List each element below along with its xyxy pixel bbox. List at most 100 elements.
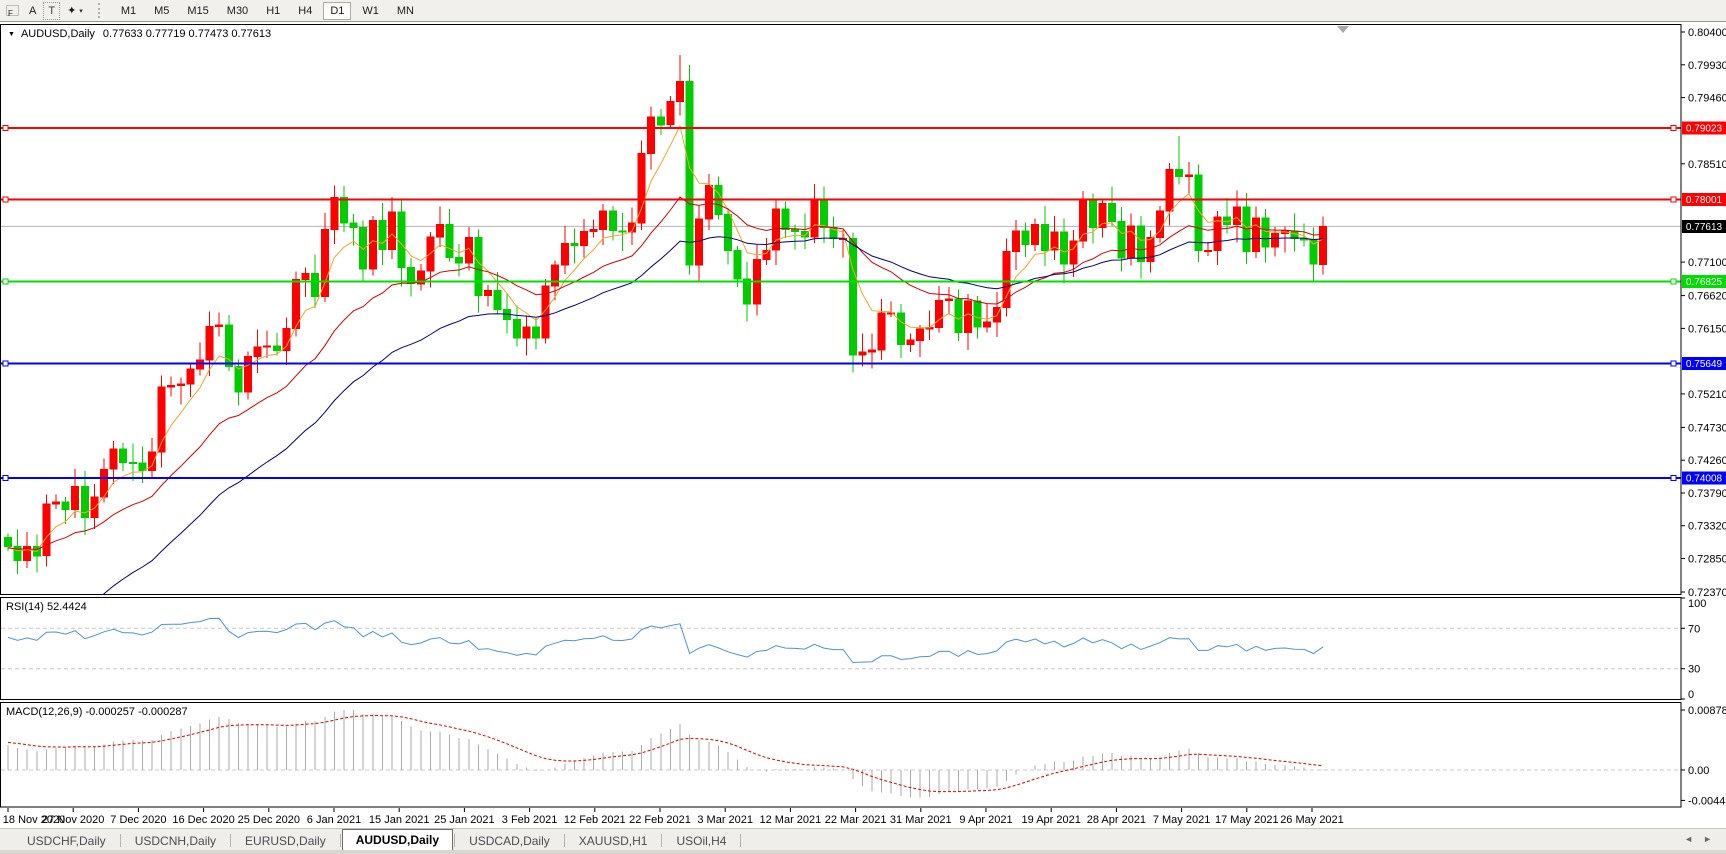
text-label-tool-button[interactable]: T xyxy=(43,2,60,20)
chart-title: ▼ AUDUSD,Daily 0.77633 0.77719 0.77473 0… xyxy=(8,28,271,40)
chart-canvas[interactable]: 0.790230.780010.776130.768250.756490.740… xyxy=(0,22,1726,828)
chart-tab-USDCAD-Daily[interactable]: USDCAD,Daily xyxy=(456,831,563,850)
candle-body xyxy=(523,327,530,338)
chart-tab-USDCNH-Daily[interactable]: USDCNH,Daily xyxy=(122,831,229,850)
timeframe-button-H1[interactable]: H1 xyxy=(259,2,287,20)
tab-scroll-left-icon[interactable]: ◄ xyxy=(1684,834,1693,844)
chart-tab-USOil-H4[interactable]: USOil,H4 xyxy=(663,831,739,850)
candle-body xyxy=(686,82,693,265)
tab-scroll-arrows: ◄ ► xyxy=(1684,834,1712,844)
timeframe-button-M5[interactable]: M5 xyxy=(147,2,176,20)
candle-body xyxy=(945,299,952,300)
candle-body xyxy=(187,369,194,384)
date-label: 7 Dec 2020 xyxy=(110,814,166,826)
candle-body xyxy=(849,238,856,355)
timeframe-button-H4[interactable]: H4 xyxy=(291,2,319,20)
candle-body xyxy=(1272,234,1279,247)
candle-body xyxy=(168,386,175,387)
chart-shift-marker-icon[interactable] xyxy=(1337,26,1349,33)
timeframe-bar: M1M5M15 M30H1H4D1W1MN xyxy=(112,2,423,20)
level-anchor[interactable] xyxy=(1671,475,1676,480)
timeframe-button-D1[interactable]: D1 xyxy=(323,2,351,20)
candle-body xyxy=(581,232,588,246)
date-label: 25 Jan 2021 xyxy=(434,814,495,826)
candle-body xyxy=(984,322,991,327)
level-anchor[interactable] xyxy=(3,279,8,284)
level-anchor[interactable] xyxy=(1671,126,1676,131)
price-badge-text: 0.79023 xyxy=(1686,124,1723,135)
candle-body xyxy=(638,153,645,223)
candle-body xyxy=(1253,218,1260,252)
toolbar-separator xyxy=(98,3,102,18)
level-anchor[interactable] xyxy=(1671,279,1676,284)
date-label: 3 Feb 2021 xyxy=(502,814,558,826)
candle-body xyxy=(331,197,338,229)
timeframe-button-W1[interactable]: W1 xyxy=(355,2,386,20)
candle-body xyxy=(974,301,981,327)
grid-f-icon[interactable]: F xyxy=(3,2,23,20)
candle-body xyxy=(600,211,607,229)
candle-body xyxy=(1089,200,1096,227)
candle-body xyxy=(446,225,453,258)
level-anchor[interactable] xyxy=(3,361,8,366)
price-tick-label: 0.76620 xyxy=(1688,291,1726,303)
candle-body xyxy=(897,313,904,344)
level-anchor[interactable] xyxy=(3,126,8,131)
chart-tab-USDCHF-Daily[interactable]: USDCHF,Daily xyxy=(14,831,119,850)
date-label: 3 Mar 2021 xyxy=(697,814,753,826)
mt4-window: F A T ✦ ▾ M1M5M15M30H1H4D1W1MN 0.790230.… xyxy=(0,0,1726,854)
rsi-axis-label: 100 xyxy=(1688,598,1706,610)
price-tick-label: 0.79460 xyxy=(1688,93,1726,105)
price-tick-label: 0.79930 xyxy=(1688,60,1726,72)
object-tools-button[interactable]: ✦ ▾ xyxy=(62,2,88,20)
tab-scroll-right-icon[interactable]: ► xyxy=(1703,834,1712,844)
svg-text:F: F xyxy=(8,9,13,18)
status-strip xyxy=(0,850,1726,854)
level-anchor[interactable] xyxy=(3,197,8,202)
chart-tab-AUDUSD-Daily[interactable]: AUDUSD,Daily xyxy=(342,829,453,851)
candle-body xyxy=(120,449,127,462)
main-panel-border xyxy=(1,25,1682,595)
candle-body xyxy=(1061,232,1068,264)
date-label: 7 May 2021 xyxy=(1153,814,1210,826)
tab-divider xyxy=(230,834,231,847)
candle-body xyxy=(494,291,501,310)
candle-body xyxy=(705,185,712,219)
candle-body xyxy=(792,229,799,231)
candle-body xyxy=(869,350,876,352)
date-label: 15 Jan 2021 xyxy=(369,814,430,826)
candle-body xyxy=(561,243,568,265)
level-anchor[interactable] xyxy=(1671,197,1676,202)
level-anchor[interactable] xyxy=(3,475,8,480)
candle-body xyxy=(965,301,972,332)
timeframe-button-M30[interactable]: M30 xyxy=(220,2,255,20)
price-badge-text: 0.75649 xyxy=(1686,359,1723,370)
tab-divider xyxy=(454,834,455,847)
candle-body xyxy=(763,250,770,259)
candle-body xyxy=(907,340,914,344)
chart-tab-XAUUSD-H1[interactable]: XAUUSD,H1 xyxy=(566,831,661,850)
date-label: 31 Mar 2021 xyxy=(890,814,952,826)
candle-body xyxy=(734,250,741,279)
timeframe-button-MN[interactable]: MN xyxy=(390,2,421,20)
timeframe-button-M15[interactable]: M15 xyxy=(180,2,215,20)
candle-body xyxy=(53,502,60,504)
candle-body xyxy=(782,209,789,229)
tab-divider xyxy=(340,834,341,847)
candle-body xyxy=(302,273,309,279)
level-anchor[interactable] xyxy=(1671,361,1676,366)
candle-body xyxy=(648,117,655,153)
candle-body xyxy=(283,328,290,350)
candle-body xyxy=(206,326,213,360)
text-tool-a-button[interactable]: A xyxy=(24,2,41,20)
chart-tab-EURUSD-Daily[interactable]: EURUSD,Daily xyxy=(232,831,339,850)
candle-body xyxy=(619,231,626,232)
candle-body xyxy=(609,211,616,231)
price-tick-label: 0.73320 xyxy=(1688,521,1726,533)
candle-body xyxy=(456,257,463,263)
macd-histogram xyxy=(1,710,1681,797)
candle-body xyxy=(1205,250,1212,251)
candle-body xyxy=(216,325,223,326)
collapse-triangle-icon[interactable]: ▼ xyxy=(8,31,15,38)
timeframe-button-M1[interactable]: M1 xyxy=(114,2,143,20)
